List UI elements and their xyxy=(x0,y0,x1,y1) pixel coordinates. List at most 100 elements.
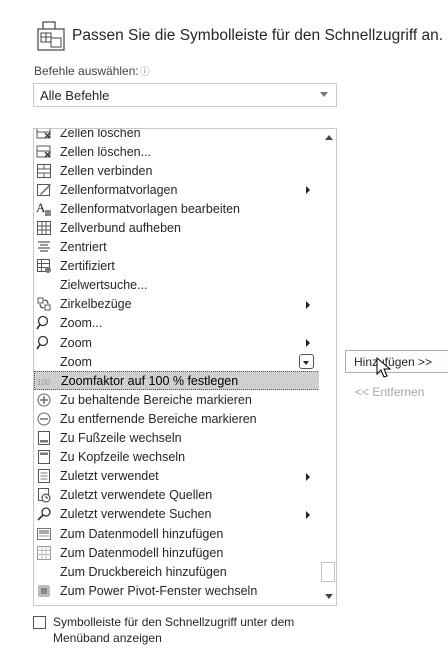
list-item-label: Zoom xyxy=(60,354,92,369)
list-item[interactable]: Zum Power Pivot-Fenster wechseln xyxy=(34,581,320,600)
list-item[interactable]: 100 Zoomfaktor auf 100 % festlegen xyxy=(34,371,320,391)
mark-remove-areas-icon xyxy=(36,411,52,427)
blank-icon xyxy=(36,277,52,293)
add-to-data-model-icon xyxy=(36,526,52,542)
list-item-label: Zu entfernende Bereiche markieren xyxy=(60,411,257,426)
list-item[interactable]: Zu Kopfzeile wechseln xyxy=(34,448,320,467)
show-below-ribbon-label: Symbolleiste für den Schnellzugriff unte… xyxy=(53,615,295,645)
dialog-header: Passen Sie die Symbolleiste für den Schn… xyxy=(36,18,443,54)
submenu-arrow-icon xyxy=(306,339,310,348)
dropdown-value: Alle Befehle xyxy=(40,88,110,103)
list-item-label: Zum Datenmodell hinzufügen xyxy=(60,526,224,541)
list-item[interactable]: Zuletzt verwendete Quellen xyxy=(34,486,320,505)
recently-used-icon xyxy=(36,468,52,484)
scroll-thumb[interactable] xyxy=(321,562,335,582)
list-item-label: Zellen verbinden xyxy=(60,163,153,178)
add-table-data-model-icon xyxy=(36,545,52,561)
delete-cells-icon xyxy=(36,129,52,141)
list-item-label: Zu Fußzeile wechseln xyxy=(60,431,182,446)
commands-list[interactable]: Zellen löschen Zellen löschen... Zellen ve… xyxy=(33,128,337,606)
list-item-label: Zum Druckbereich hinzufügen xyxy=(60,564,227,579)
list-item[interactable]: Zentriert xyxy=(34,238,320,257)
list-item[interactable]: Zuletzt verwendet xyxy=(34,467,320,486)
list-item-label: Zielwertsuche... xyxy=(60,278,148,293)
list-item-label: Zu Kopfzeile wechseln xyxy=(60,450,186,465)
list-item-label: Zertifiziert xyxy=(60,259,115,274)
list-item-label: Zoom xyxy=(60,335,92,350)
mouse-cursor-icon xyxy=(376,357,392,378)
circular-references-icon xyxy=(36,296,52,312)
zoom-icon xyxy=(36,335,52,351)
list-item[interactable]: Zoom xyxy=(34,352,320,371)
blank-icon xyxy=(36,564,52,580)
list-item[interactable]: Zertifiziert xyxy=(34,257,320,276)
scroll-down-button[interactable] xyxy=(320,588,336,605)
submenu-arrow-icon xyxy=(306,186,310,195)
list-item[interactable]: Zuletzt verwendete Suchen xyxy=(34,505,320,524)
add-button[interactable]: Hinzufügen >> xyxy=(345,350,448,373)
zoom-100-icon: 100 xyxy=(37,373,53,389)
recent-searches-icon xyxy=(36,506,52,522)
list-item-label: Zellen löschen xyxy=(60,128,141,140)
show-below-ribbon-checkbox[interactable] xyxy=(33,616,46,629)
power-pivot-icon xyxy=(36,583,52,599)
cell-styles-icon xyxy=(36,182,52,198)
go-to-footer-icon xyxy=(36,430,52,446)
add-button-label: Hinzufügen >> xyxy=(354,354,433,369)
choose-commands-dropdown[interactable]: Alle Befehle xyxy=(33,83,337,107)
list-item-label: Zellverbund aufheben xyxy=(60,221,181,236)
scroll-up-button[interactable] xyxy=(320,129,336,146)
customize-qat-icon xyxy=(37,21,65,51)
list-item-label: Zirkelbezüge xyxy=(60,297,132,312)
blank-icon xyxy=(36,354,52,370)
list-item-label: Zoomfaktor auf 100 % festlegen xyxy=(61,373,239,388)
list-item[interactable]: Zum Druckbereich hinzufügen xyxy=(34,562,320,581)
combo-dropdown-icon xyxy=(299,354,314,370)
choose-commands-label: Befehle auswählen:ⓘ xyxy=(34,63,150,78)
list-item[interactable]: Zu behaltende Bereiche markieren xyxy=(34,390,320,409)
align-center-icon xyxy=(36,239,52,255)
svg-text:A: A xyxy=(36,201,46,215)
list-item[interactable]: Zoom xyxy=(34,333,320,352)
merge-cells-icon xyxy=(36,163,52,179)
list-item[interactable]: Zellen löschen xyxy=(34,128,320,142)
info-icon: ⓘ xyxy=(139,67,150,78)
edit-cell-styles-icon: A xyxy=(36,201,52,217)
list-scrollbar[interactable] xyxy=(319,129,336,605)
submenu-arrow-icon xyxy=(306,472,310,481)
list-item-label: Zuletzt verwendete Quellen xyxy=(60,488,213,503)
list-item[interactable]: Zu Fußzeile wechseln xyxy=(34,429,320,448)
certified-icon xyxy=(36,258,52,274)
recent-sources-icon xyxy=(36,487,52,503)
list-item-label: Zellenformatvorlagen bearbeiten xyxy=(60,201,240,216)
list-item[interactable]: A Zellenformatvorlagen bearbeiten xyxy=(34,199,320,218)
choose-commands-text: Befehle auswählen: xyxy=(34,64,139,78)
show-below-ribbon-option[interactable]: Symbolleiste für den Schnellzugriff unte… xyxy=(33,614,343,646)
list-item-label: Zellenformatvorlagen xyxy=(60,182,178,197)
list-item-label: Zellen löschen... xyxy=(60,144,152,159)
remove-button[interactable]: << Entfernen xyxy=(345,380,448,403)
list-item[interactable]: Zellverbund aufheben xyxy=(34,218,320,237)
zoom-icon xyxy=(36,315,52,331)
list-item-label: Zu behaltende Bereiche markieren xyxy=(60,392,252,407)
list-item-label: Zum Datenmodell hinzufügen xyxy=(60,545,224,560)
list-item[interactable]: Zum Datenmodell hinzufügen xyxy=(34,524,320,543)
remove-button-label: << Entfernen xyxy=(355,384,425,399)
chevron-down-icon[interactable] xyxy=(320,92,328,97)
list-item[interactable]: Zirkelbezüge xyxy=(34,295,320,314)
list-item[interactable]: Zu entfernende Bereiche markieren xyxy=(34,409,320,428)
delete-cells-dialog-icon xyxy=(36,144,52,160)
svg-text:100: 100 xyxy=(37,378,51,387)
list-item-label: Zoom... xyxy=(60,316,103,331)
page-title: Passen Sie die Symbolleiste für den Schn… xyxy=(72,27,444,44)
list-item[interactable]: Zellenformatvorlagen xyxy=(34,180,320,199)
list-item[interactable]: Zellen verbinden xyxy=(34,161,320,180)
list-item[interactable]: Zoom... xyxy=(34,314,320,333)
go-to-header-icon xyxy=(36,449,52,465)
list-item[interactable]: Zum Datenmodell hinzufügen xyxy=(34,543,320,562)
list-item-label: Zuletzt verwendet xyxy=(60,469,159,484)
submenu-arrow-icon xyxy=(306,510,310,519)
list-item[interactable]: Zellen löschen... xyxy=(34,142,320,161)
list-item[interactable]: Zielwertsuche... xyxy=(34,276,320,295)
mark-keep-areas-icon xyxy=(36,392,52,408)
